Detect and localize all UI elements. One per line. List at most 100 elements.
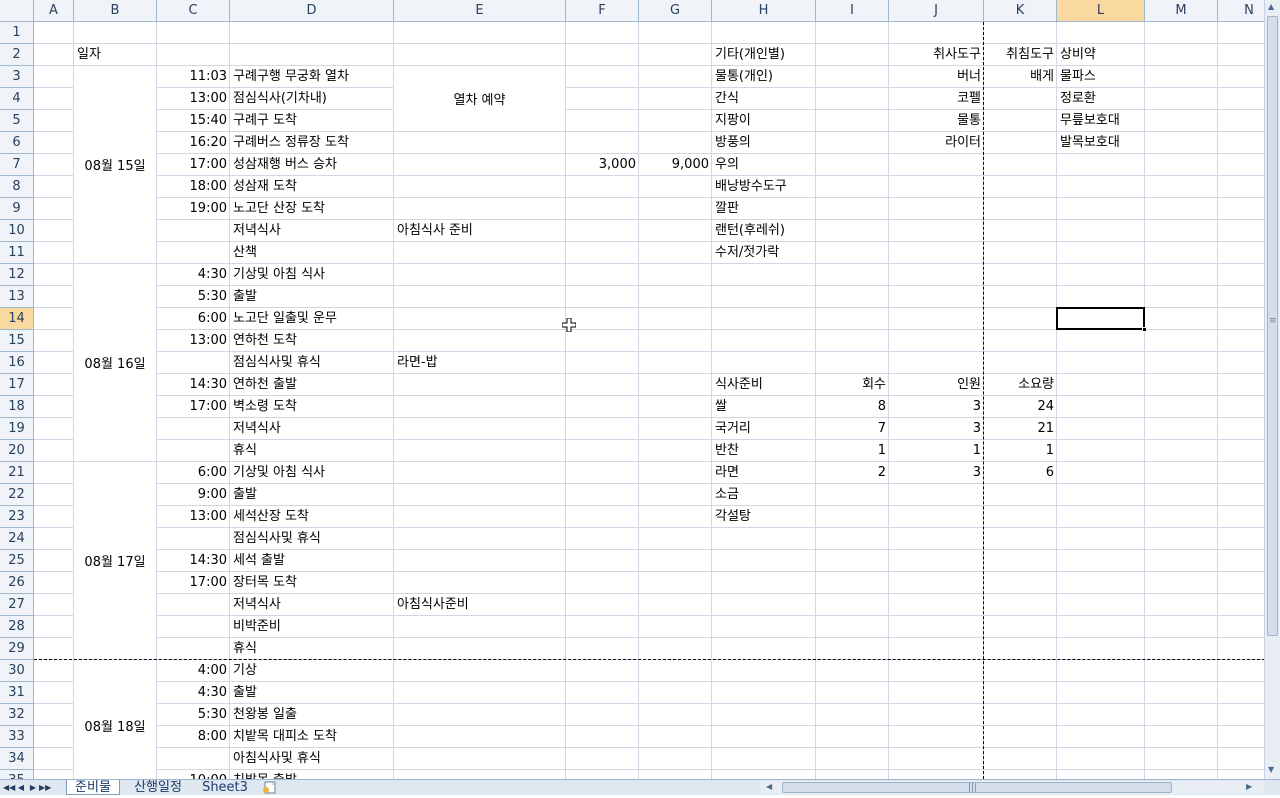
cell-d20[interactable]: 휴식 (233, 440, 257, 462)
cell-h22[interactable]: 소금 (715, 484, 739, 506)
spreadsheet-grid[interactable]: 08월 15일 08월 16일 08월 17일 08월 18일 열차 예약 일자 기타(개인… (0, 0, 1264, 779)
column-header-n[interactable]: N (1218, 0, 1264, 22)
cell-c6[interactable]: 16:20 (157, 132, 227, 154)
sheet-tab-2[interactable]: Sheet3 (196, 780, 254, 795)
cell-h2[interactable]: 기타(개인별) (715, 44, 785, 66)
cell-i19[interactable]: 7 (816, 418, 886, 440)
vertical-scrollbar[interactable]: ▲ ≡ ▼ (1264, 0, 1280, 779)
row-header-13[interactable]: 13 (0, 286, 34, 308)
row-header-30[interactable]: 30 (0, 660, 34, 682)
cell-c25[interactable]: 14:30 (157, 550, 227, 572)
cell-h4[interactable]: 간식 (715, 88, 739, 110)
scroll-down-arrow-icon[interactable]: ▼ (1268, 765, 1274, 774)
cell-c4[interactable]: 13:00 (157, 88, 227, 110)
row-header-9[interactable]: 9 (0, 198, 34, 220)
scroll-left-arrow-icon[interactable]: ◀ (766, 782, 772, 791)
cell-k21[interactable]: 6 (984, 462, 1054, 484)
cell-d18[interactable]: 벽소령 도착 (233, 396, 297, 418)
scroll-right-arrow-icon[interactable]: ▶ (1246, 782, 1252, 791)
cell-d12[interactable]: 기상및 아침 식사 (233, 264, 325, 286)
cell-c21[interactable]: 6:00 (157, 462, 227, 484)
cell-l2[interactable]: 상비약 (1060, 44, 1096, 66)
select-all-corner[interactable] (0, 0, 34, 22)
column-header-k[interactable]: K (984, 0, 1057, 22)
cell-j4[interactable]: 코펠 (889, 88, 981, 110)
cell-d22[interactable]: 출발 (233, 484, 257, 506)
cell-i17[interactable]: 회수 (816, 374, 886, 396)
column-header-m[interactable]: M (1145, 0, 1218, 22)
row-header-29[interactable]: 29 (0, 638, 34, 660)
cell-d11[interactable]: 산책 (233, 242, 257, 264)
column-header-l[interactable]: L (1057, 0, 1145, 22)
cell-k2[interactable]: 취침도구 (984, 44, 1054, 66)
column-header-a[interactable]: A (34, 0, 74, 22)
cell-d15[interactable]: 연하천 도착 (233, 330, 297, 352)
cell-j19[interactable]: 3 (889, 418, 981, 440)
cell-d6[interactable]: 구례버스 정류장 도착 (233, 132, 349, 154)
cell-d17[interactable]: 연하천 출발 (233, 374, 297, 396)
cell-c18[interactable]: 17:00 (157, 396, 227, 418)
cell-b2[interactable]: 일자 (77, 44, 101, 66)
cell-j17[interactable]: 인원 (889, 374, 981, 396)
row-header-14[interactable]: 14 (0, 308, 34, 330)
row-header-32[interactable]: 32 (0, 704, 34, 726)
cell-h11[interactable]: 수저/젓가락 (715, 242, 779, 264)
cell-d4[interactable]: 점심식사(기차내) (233, 88, 327, 110)
column-header-d[interactable]: D (230, 0, 394, 22)
row-header-31[interactable]: 31 (0, 682, 34, 704)
row-header-35[interactable]: 35 (0, 770, 34, 779)
cell-d16[interactable]: 점심식사및 휴식 (233, 352, 321, 374)
cell-j20[interactable]: 1 (889, 440, 981, 462)
cell-c32[interactable]: 5:30 (157, 704, 227, 726)
cell-h3[interactable]: 물통(개인) (715, 66, 773, 88)
cell-c7[interactable]: 17:00 (157, 154, 227, 176)
cell-h17[interactable]: 식사준비 (715, 374, 763, 396)
cell-j6[interactable]: 라이터 (889, 132, 981, 154)
column-header-f[interactable]: F (566, 0, 639, 22)
cell-c26[interactable]: 17:00 (157, 572, 227, 594)
row-header-33[interactable]: 33 (0, 726, 34, 748)
column-header-g[interactable]: G (639, 0, 712, 22)
cell-k17[interactable]: 소요량 (984, 374, 1054, 396)
row-header-18[interactable]: 18 (0, 396, 34, 418)
cell-d13[interactable]: 출발 (233, 286, 257, 308)
cell-d21[interactable]: 기상및 아침 식사 (233, 462, 325, 484)
cell-c35[interactable]: 10:00 (157, 770, 227, 779)
cell-d7[interactable]: 성삼재행 버스 승차 (233, 154, 337, 176)
cell-c23[interactable]: 13:00 (157, 506, 227, 528)
cell-c8[interactable]: 18:00 (157, 176, 227, 198)
cell-d9[interactable]: 노고단 산장 도착 (233, 198, 325, 220)
cell-h10[interactable]: 랜턴(후레쉬) (715, 220, 785, 242)
cell-k20[interactable]: 1 (984, 440, 1054, 462)
column-header-h[interactable]: H (712, 0, 816, 22)
row-header-8[interactable]: 8 (0, 176, 34, 198)
cell-c17[interactable]: 14:30 (157, 374, 227, 396)
cell-j3[interactable]: 버너 (889, 66, 981, 88)
cell-c14[interactable]: 6:00 (157, 308, 227, 330)
cell-d14[interactable]: 노고단 일출및 운무 (233, 308, 337, 330)
merged-cell[interactable]: 열차 예약 (394, 66, 565, 131)
cell-e10[interactable]: 아침식사 준비 (397, 220, 473, 242)
cell-i18[interactable]: 8 (816, 396, 886, 418)
row-header-6[interactable]: 6 (0, 132, 34, 154)
merged-cell[interactable]: 08월 16일 (74, 264, 156, 461)
cell-d10[interactable]: 저녁식사 (233, 220, 281, 242)
row-header-17[interactable]: 17 (0, 374, 34, 396)
row-header-21[interactable]: 21 (0, 462, 34, 484)
cell-d3[interactable]: 구례구행 무궁화 열차 (233, 66, 349, 88)
cell-e16[interactable]: 라면-밥 (397, 352, 438, 374)
row-header-22[interactable]: 22 (0, 484, 34, 506)
cell-d8[interactable]: 성삼재 도착 (233, 176, 297, 198)
cell-j18[interactable]: 3 (889, 396, 981, 418)
cell-d19[interactable]: 저녁식사 (233, 418, 281, 440)
insert-sheet-icon[interactable] (262, 781, 278, 794)
active-cell-selection[interactable] (1056, 307, 1145, 330)
column-header-b[interactable]: B (74, 0, 157, 22)
tab-scroll-button-3[interactable]: ▶▶ (39, 781, 51, 794)
sheet-tab-0[interactable]: 준비물 (66, 780, 120, 795)
horizontal-scroll-thumb[interactable]: ||| (782, 782, 1172, 793)
cell-h18[interactable]: 쌀 (715, 396, 727, 418)
cell-j2[interactable]: 취사도구 (889, 44, 981, 66)
cell-i21[interactable]: 2 (816, 462, 886, 484)
cell-i20[interactable]: 1 (816, 440, 886, 462)
